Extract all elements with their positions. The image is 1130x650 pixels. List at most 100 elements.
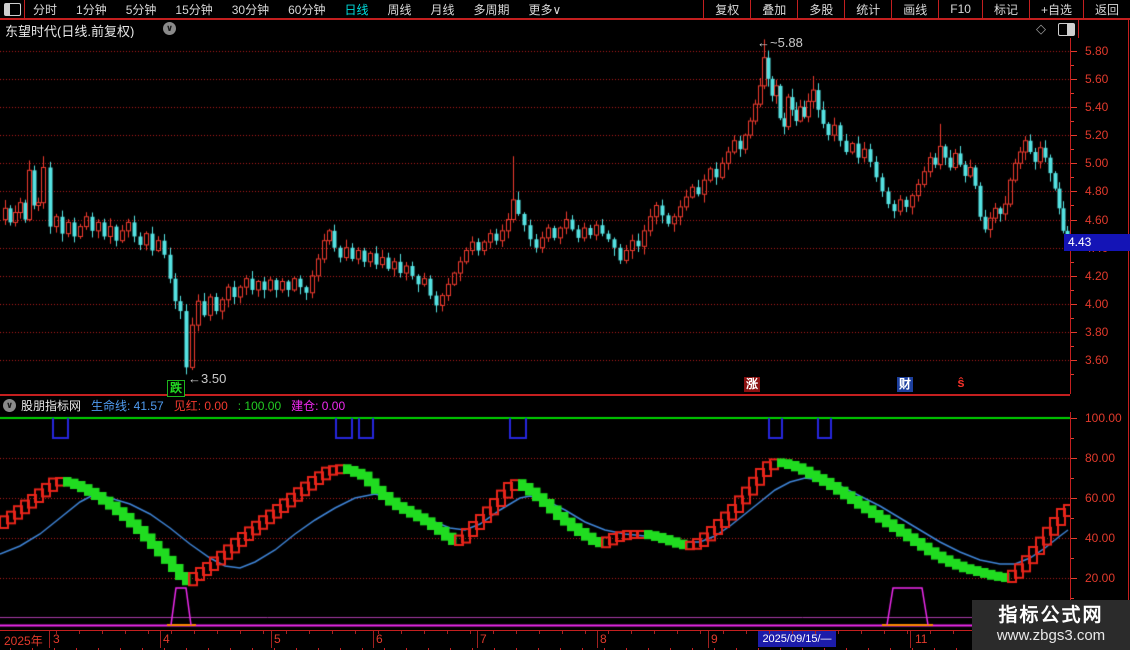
menu-item-F10[interactable]: F10	[938, 0, 982, 18]
week-tick	[516, 631, 517, 634]
price-tick	[1071, 163, 1077, 165]
indicator-tick-label: 80.00	[1085, 451, 1116, 465]
month-divider	[160, 631, 161, 648]
price-tick-label: 4.80	[1085, 184, 1109, 199]
menu-item-分时[interactable]: 分时	[33, 1, 57, 18]
week-tick	[309, 631, 310, 634]
high-price-annotation: ←~5.88	[757, 35, 803, 50]
price-tick	[1071, 106, 1077, 108]
menu-item-标记[interactable]: 标记	[981, 0, 1029, 18]
layout-toggle-left[interactable]	[0, 0, 25, 18]
menu-item-更多∨[interactable]: 更多∨	[529, 1, 562, 18]
indicator-tick-label: 100.00	[1085, 411, 1122, 425]
month-label: 6	[376, 632, 383, 646]
price-tick-label: 4.60	[1085, 212, 1109, 227]
menu-item-复权[interactable]: 复权	[703, 0, 750, 18]
layout-right-icon[interactable]	[1058, 23, 1075, 36]
indicator-axis: 100.00 80.00 60.00 40.00 20.00	[1070, 411, 1129, 630]
indicator-tick	[1071, 458, 1077, 459]
month-divider	[271, 631, 272, 648]
week-tick	[79, 631, 80, 634]
menu-item-统计[interactable]: 统计	[844, 0, 891, 18]
indicator-tick	[1071, 498, 1077, 499]
menu-item-画线[interactable]: 画线	[891, 0, 938, 18]
price-tick-label: 5.80	[1085, 43, 1109, 58]
week-tick	[815, 631, 816, 634]
wealth-badge: 财	[897, 377, 913, 392]
price-tick	[1071, 332, 1077, 334]
candlestick-chart[interactable]	[0, 38, 1070, 392]
week-tick	[125, 631, 126, 634]
price-minor-tick	[1071, 346, 1074, 348]
price-minor-tick	[1071, 318, 1074, 320]
week-tick	[677, 631, 678, 634]
week-tick	[654, 631, 655, 634]
menu-item-+自选[interactable]: +自选	[1028, 0, 1083, 18]
month-label: 3	[53, 632, 60, 646]
rise-badge: 涨	[744, 377, 760, 392]
week-tick	[355, 631, 356, 634]
dollar-badge: ŝ	[957, 375, 965, 390]
menu-item-5分钟[interactable]: 5分钟	[126, 1, 157, 18]
menu-item-多周期[interactable]: 多周期	[474, 1, 510, 18]
week-tick	[217, 631, 218, 634]
menu-item-日线[interactable]: 日线	[344, 1, 368, 18]
trading-app: 分时 1分钟 5分钟 15分钟 30分钟 60分钟 日线 周线 月线 多周期 更多∨ 复权 叠加 多股统…	[0, 0, 1130, 650]
indicator-tick	[1071, 538, 1077, 539]
week-tick	[608, 631, 609, 634]
week-tick	[838, 631, 839, 634]
week-tick	[539, 631, 540, 634]
price-tick	[1071, 50, 1077, 52]
price-tick	[1071, 275, 1077, 277]
menu-item-15分钟[interactable]: 15分钟	[175, 1, 212, 18]
price-tick-label: 3.60	[1085, 353, 1109, 368]
price-minor-tick	[1071, 205, 1074, 207]
week-tick	[953, 631, 954, 634]
indicator-minor-tick	[1071, 478, 1074, 479]
week-tick	[470, 631, 471, 634]
menu-item-叠加[interactable]: 叠加	[750, 0, 797, 18]
watermark-url: www.zbgs3.com	[996, 627, 1106, 644]
top-menu-bar: 分时 1分钟 5分钟 15分钟 30分钟 60分钟 日线 周线 月线 多周期 更多∨ 复权 叠加 多股统…	[0, 0, 1130, 20]
date-axis: 2025年 2025/09/15/— 3 4 5 6 7 8 9 11	[0, 630, 1130, 649]
month-divider	[477, 631, 478, 648]
month-divider	[49, 631, 50, 648]
menu-item-1分钟[interactable]: 1分钟	[76, 1, 107, 18]
indicator-minor-tick	[1071, 598, 1074, 599]
menu-item-月线[interactable]: 月线	[431, 1, 455, 18]
menu-item-返回[interactable]: 返回	[1082, 0, 1130, 18]
month-divider	[708, 631, 709, 648]
year-label: 2025年	[4, 634, 43, 648]
week-tick	[447, 631, 448, 634]
week-tick	[56, 631, 57, 634]
week-tick	[723, 631, 724, 634]
week-tick	[424, 631, 425, 634]
price-tick	[1071, 78, 1077, 80]
week-tick	[263, 631, 264, 634]
diamond-icon[interactable]: ◇	[1036, 21, 1046, 37]
week-tick	[907, 631, 908, 634]
indicator-chart[interactable]	[0, 412, 1070, 630]
indicator-params: 生命线: 41.57 见红: 0.00: 100.00 建仓: 0.00	[91, 397, 355, 414]
week-tick	[585, 631, 586, 634]
watermark-title: 指标公式网	[998, 605, 1104, 626]
price-tick-label: 3.80	[1085, 325, 1109, 340]
menu-item-多股[interactable]: 多股	[797, 0, 844, 18]
menu-item-周线[interactable]: 周线	[387, 1, 411, 18]
price-minor-tick	[1071, 121, 1074, 123]
indicator-param: : 100.00	[237, 398, 282, 413]
title-dropdown-icon[interactable]: ∨	[163, 22, 176, 35]
price-tick	[1071, 135, 1077, 137]
month-label: 4	[163, 632, 170, 646]
menu-item-60分钟[interactable]: 60分钟	[288, 1, 325, 18]
tools-menu: 复权 叠加 多股 统计 画线 F10 标记 +自选 返回	[703, 0, 1130, 18]
price-minor-tick	[1071, 177, 1074, 179]
week-tick	[746, 631, 747, 634]
low-price-annotation: ←3.50	[188, 371, 227, 386]
week-tick	[378, 631, 379, 634]
indicator-name: 股朋指标网	[21, 398, 82, 413]
menu-item-30分钟[interactable]: 30分钟	[232, 1, 269, 18]
indicator-collapse-icon[interactable]: ∨	[3, 398, 16, 412]
indicator-minor-tick	[1071, 518, 1074, 519]
month-label: 9	[711, 632, 718, 646]
